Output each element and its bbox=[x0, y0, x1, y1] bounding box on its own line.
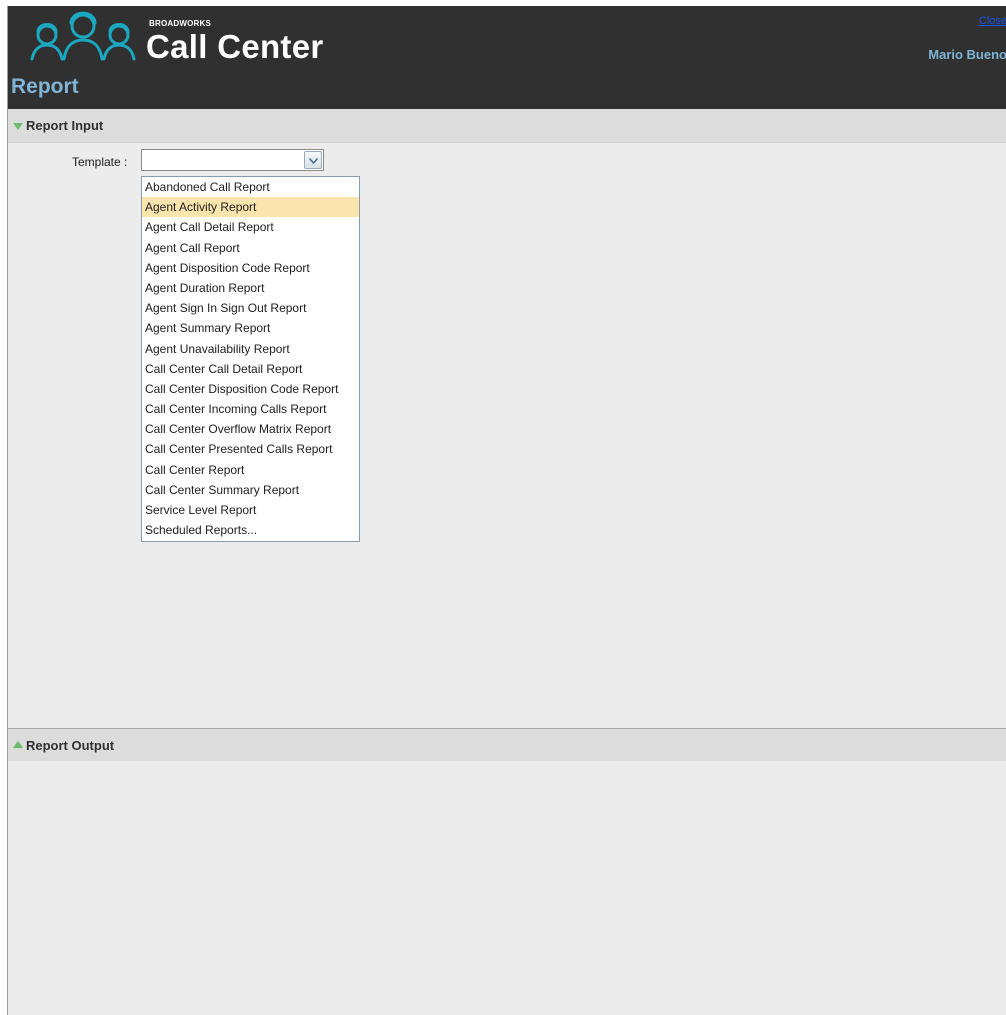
dropdown-option[interactable]: Agent Disposition Code Report bbox=[142, 258, 359, 278]
app-brand-title: Call Center bbox=[146, 28, 324, 65]
chevron-down-icon bbox=[309, 158, 318, 164]
dropdown-option[interactable]: Call Center Report bbox=[142, 460, 359, 480]
report-output-label: Report Output bbox=[26, 738, 115, 753]
close-link[interactable]: Close bbox=[979, 15, 1006, 27]
dropdown-option[interactable]: Agent Sign In Sign Out Report bbox=[142, 298, 359, 318]
page-title: Report bbox=[11, 75, 79, 98]
dropdown-option[interactable]: Call Center Summary Report bbox=[142, 480, 359, 500]
app-header: BROADWORKS Call Center Report Close Mari… bbox=[8, 6, 1006, 109]
template-label: Template : bbox=[72, 155, 128, 169]
dropdown-arrow-button[interactable] bbox=[304, 151, 322, 169]
dropdown-option[interactable]: Call Center Presented Calls Report bbox=[142, 439, 359, 459]
report-input-section-header[interactable]: Report Input bbox=[8, 109, 1006, 143]
dropdown-option[interactable]: Call Center Overflow Matrix Report bbox=[142, 419, 359, 439]
dropdown-option[interactable]: Scheduled Reports... bbox=[142, 520, 359, 540]
dropdown-option[interactable]: Call Center Disposition Code Report bbox=[142, 379, 359, 399]
agents-headset-icon bbox=[30, 11, 136, 61]
brand-subtitle: BROADWORKS bbox=[149, 19, 211, 28]
dropdown-option[interactable]: Agent Summary Report bbox=[142, 318, 359, 338]
dropdown-option[interactable]: Call Center Incoming Calls Report bbox=[142, 399, 359, 419]
user-name: Mario Bueno bbox=[928, 47, 1006, 62]
collapsed-triangle-icon bbox=[13, 741, 23, 748]
dropdown-option[interactable]: Agent Duration Report bbox=[142, 278, 359, 298]
report-output-section-header[interactable]: Report Output bbox=[8, 728, 1006, 761]
dropdown-option[interactable]: Call Center Call Detail Report bbox=[142, 359, 359, 379]
report-input-label: Report Input bbox=[26, 118, 104, 133]
dropdown-option[interactable]: Agent Call Report bbox=[142, 238, 359, 258]
expanded-triangle-icon bbox=[13, 123, 23, 130]
template-select[interactable] bbox=[141, 149, 324, 171]
dropdown-option[interactable]: Agent Call Detail Report bbox=[142, 217, 359, 237]
dropdown-option[interactable]: Abandoned Call Report bbox=[142, 177, 359, 197]
dropdown-option[interactable]: Agent Unavailability Report bbox=[142, 339, 359, 359]
dropdown-option[interactable]: Service Level Report bbox=[142, 500, 359, 520]
dropdown-option[interactable]: Agent Activity Report bbox=[142, 197, 359, 218]
app-window: BROADWORKS Call Center Report Close Mari… bbox=[7, 6, 1006, 1015]
template-dropdown-list: Abandoned Call Report Agent Activity Repo… bbox=[141, 176, 360, 542]
